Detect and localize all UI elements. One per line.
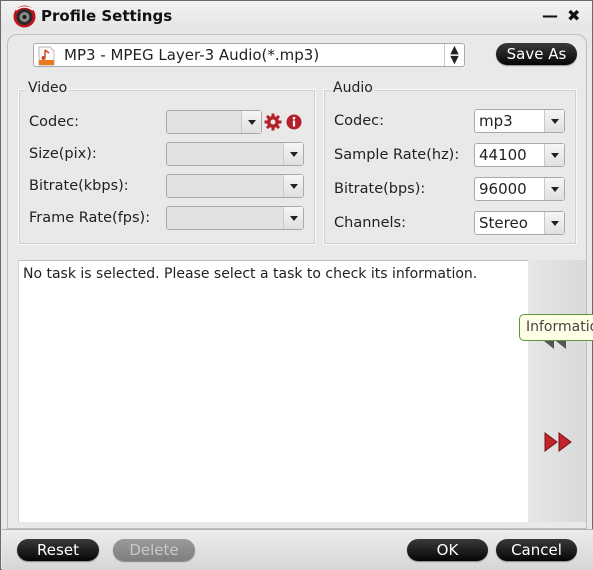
profile-select-value: MP3 - MPEG Layer-3 Audio(*.mp3)	[64, 46, 320, 64]
window-title: Profile Settings	[41, 7, 173, 25]
audio-codec-select[interactable]: mp3	[474, 109, 565, 133]
video-framerate-select[interactable]	[166, 206, 304, 230]
audio-bitrate-select[interactable]: 96000	[474, 177, 565, 201]
minimize-button[interactable]: —	[542, 7, 558, 25]
chevron-down-icon	[283, 143, 303, 165]
profile-select[interactable]: MP3 - MPEG Layer-3 Audio(*.mp3) ▲ ▼	[33, 43, 465, 67]
chevron-down-icon	[241, 111, 261, 133]
ok-button[interactable]: OK	[407, 539, 488, 561]
chevron-down-icon	[283, 175, 303, 197]
expand-arrows-icon[interactable]	[543, 432, 575, 452]
video-legend: Video	[26, 80, 70, 96]
spinner-arrows-icon[interactable]: ▲ ▼	[444, 44, 464, 66]
info-icon[interactable]	[286, 114, 302, 130]
mp3-file-icon	[38, 46, 55, 66]
task-info-message: No task is selected. Please select a tas…	[23, 266, 478, 282]
delete-button[interactable]: Delete	[113, 539, 195, 561]
information-tooltip: Information	[519, 314, 593, 341]
chevron-down-icon	[544, 212, 564, 234]
video-bitrate-label: Bitrate(kbps):	[29, 178, 129, 194]
video-codec-select[interactable]	[166, 110, 262, 134]
chevron-down-icon	[544, 144, 564, 166]
save-as-button[interactable]: Save As	[496, 43, 577, 65]
audio-legend: Audio	[331, 80, 375, 96]
task-info-panel: No task is selected. Please select a tas…	[18, 260, 528, 522]
video-size-select[interactable]	[166, 142, 304, 166]
gear-icon[interactable]	[264, 113, 282, 131]
video-codec-label: Codec:	[29, 114, 79, 130]
audio-samplerate-label: Sample Rate(hz):	[334, 147, 460, 163]
audio-bitrate-label: Bitrate(bps):	[334, 181, 426, 197]
audio-channels-select[interactable]: Stereo	[474, 211, 565, 235]
profile-settings-window: Profile Settings — ✖ MP3 - MPEG Layer-3 …	[0, 0, 593, 570]
audio-samplerate-select[interactable]: 44100	[474, 143, 565, 167]
side-panel	[528, 260, 586, 522]
app-logo-icon	[13, 5, 36, 28]
close-button[interactable]: ✖	[567, 7, 580, 25]
cancel-button[interactable]: Cancel	[496, 539, 577, 561]
audio-codec-label: Codec:	[334, 113, 384, 129]
reset-button[interactable]: Reset	[17, 539, 99, 561]
chevron-down-icon	[544, 178, 564, 200]
collapse-arrows-icon[interactable]	[544, 341, 572, 349]
title-bar[interactable]: Profile Settings — ✖	[1, 1, 592, 31]
audio-channels-label: Channels:	[334, 215, 406, 231]
chevron-down-icon	[283, 207, 303, 229]
video-framerate-label: Frame Rate(fps):	[29, 210, 151, 226]
video-bitrate-select[interactable]	[166, 174, 304, 198]
chevron-down-icon	[544, 110, 564, 132]
video-size-label: Size(pix):	[29, 146, 97, 162]
